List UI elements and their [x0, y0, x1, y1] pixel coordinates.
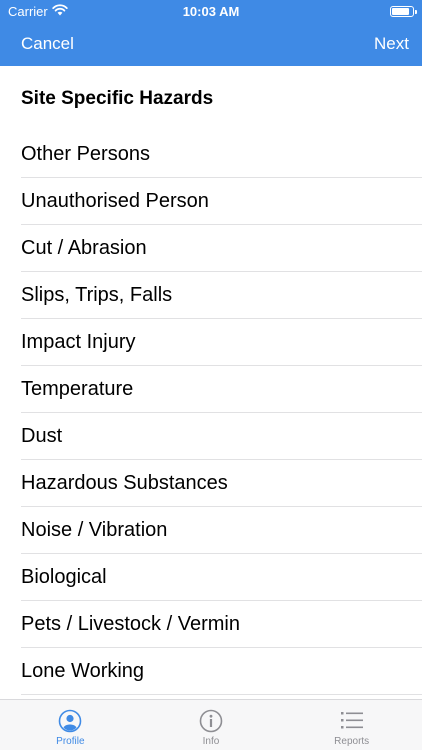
list-item-label: Slips, Trips, Falls [21, 284, 173, 306]
list-item[interactable]: Noise / Vibration [0, 507, 422, 554]
tab-bar: Profile Info Reports [0, 699, 422, 750]
hazard-list: Other Persons Unauthorised Person Cut / … [0, 131, 422, 695]
list-item[interactable]: Hazardous Substances [0, 460, 422, 507]
tab-label: Info [202, 736, 220, 747]
list-item-label: Impact Injury [21, 331, 136, 353]
list-item-label: Unauthorised Person [21, 190, 209, 212]
tab-info[interactable]: Info [141, 700, 282, 750]
list-item-label: Noise / Vibration [21, 519, 168, 541]
list-item-label: Cut / Abrasion [21, 237, 147, 259]
list-icon [340, 712, 363, 729]
list-item-label: Lone Working [21, 660, 145, 682]
list-item[interactable]: Pets / Livestock / Vermin [0, 601, 422, 648]
battery-icon [390, 6, 417, 17]
list-item[interactable]: Slips, Trips, Falls [0, 272, 422, 319]
list-item-label: Biological [21, 566, 107, 588]
list-item[interactable]: Cut / Abrasion [0, 225, 422, 272]
list-item[interactable]: Impact Injury [0, 319, 422, 366]
next-button[interactable]: Next [374, 34, 409, 54]
list-item-label: Hazardous Substances [21, 472, 228, 494]
list-item[interactable]: Temperature [0, 366, 422, 413]
list-item-label: Pets / Livestock / Vermin [21, 613, 240, 635]
list-item[interactable]: Other Persons [0, 131, 422, 178]
tab-label: Profile [56, 736, 85, 747]
info-icon [199, 709, 223, 733]
section-title: Site Specific Hazards [21, 88, 214, 109]
list-item-label: Temperature [21, 378, 134, 400]
list-item[interactable]: Unauthorised Person [0, 178, 422, 225]
list-item[interactable]: Dust [0, 413, 422, 460]
list-item-label: Other Persons [21, 143, 150, 165]
tab-profile[interactable]: Profile [0, 700, 141, 750]
tab-label: Reports [334, 736, 370, 747]
list-item[interactable]: Biological [0, 554, 422, 601]
profile-icon [59, 709, 82, 733]
status-bar: Carrier 10:03 AM [0, 0, 422, 24]
status-time: 10:03 AM [182, 4, 240, 19]
row-divider [21, 694, 422, 695]
tab-reports[interactable]: Reports [281, 700, 422, 750]
list-item[interactable]: Lone Working [0, 648, 422, 695]
navigation-header: Carrier 10:03 AM Cancel Next [0, 0, 422, 66]
cancel-button[interactable]: Cancel [21, 34, 74, 54]
list-item-label: Dust [21, 425, 63, 447]
